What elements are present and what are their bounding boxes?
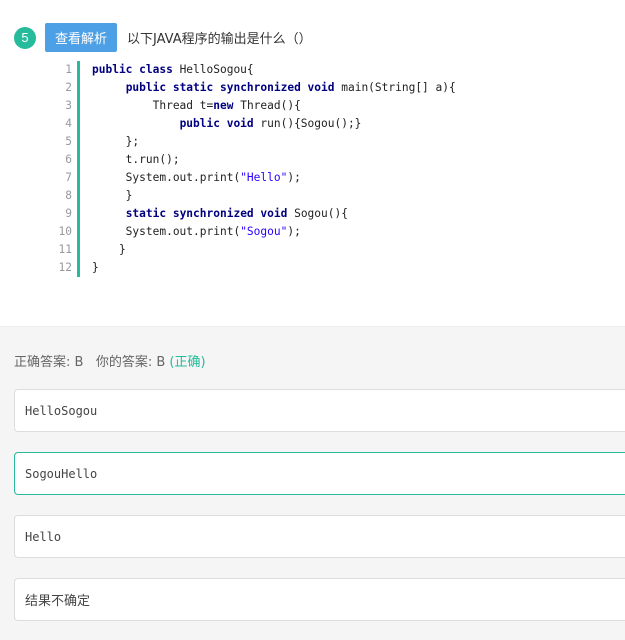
answer-option[interactable]: 结果不确定 [14,578,625,621]
code-token: HelloSogou{ [179,63,254,76]
line-number: 5 [65,135,72,148]
code-token: System.out.print( [92,171,241,184]
code-text: static synchronized void Sogou(){ [92,205,348,223]
line-number: 6 [65,153,72,166]
gutter-bar [77,133,80,151]
code-text: System.out.print("Hello"); [92,169,301,187]
answer-option[interactable]: HelloSogou [14,389,625,432]
code-keyword: public static synchronized void [125,81,342,94]
line-number: 7 [65,171,72,184]
code-token: System.out.print( [92,225,241,238]
code-line: 7 System.out.print("Hello"); [52,169,612,187]
line-number: 3 [65,99,72,112]
answer-option[interactable]: Hello [14,515,625,558]
line-number: 8 [65,189,72,202]
your-answer: 你的答案: B [95,355,166,370]
code-token: } [92,189,133,202]
code-token: } [92,261,99,274]
code-string: "Hello" [240,171,288,184]
gutter-bar [77,115,80,133]
gutter-bar [77,187,80,205]
code-line: 5 }; [52,133,612,151]
code-token: Thread t= [92,99,214,112]
gutter-bar [77,223,80,241]
code-string: "Sogou" [240,225,288,238]
line-number: 4 [65,117,72,130]
code-line: 2 public static synchronized void main(S… [52,79,612,97]
code-text: } [92,241,126,259]
code-token: Thread(){ [240,99,301,112]
answer-option[interactable]: SogouHello [14,452,625,495]
code-token: run(){Sogou();} [260,117,362,130]
code-line: 6 t.run(); [52,151,612,169]
code-keyword: public class [92,63,180,76]
line-number: 12 [58,261,72,274]
line-number: 2 [65,81,72,94]
code-text: public void run(){Sogou();} [92,115,362,133]
gutter-bar [77,97,80,115]
gutter-bar [77,151,80,169]
code-line: 12} [52,259,612,277]
line-number: 11 [58,243,72,256]
code-text: } [92,259,99,277]
correct-answer: 正确答案: B [14,355,84,370]
code-token: } [92,243,126,256]
code-line: 8 } [52,187,612,205]
code-text: public class HelloSogou{ [92,61,254,79]
answer-summary: 正确答案: B 你的答案: B (正确) [14,351,206,370]
code-block: 1 public class HelloSogou{2 public static… [52,61,612,277]
answer-result-badge: (正确) [169,355,206,370]
code-keyword: new [213,99,241,112]
code-token: ); [287,171,301,184]
question-title: 以下JAVA程序的输出是什么（） [127,32,312,47]
option-text: HelloSogou [25,403,98,418]
gutter-bar [77,61,80,79]
question-header: 5 查看解析 以下JAVA程序的输出是什么（） [14,23,312,52]
code-line: 1 public class HelloSogou{ [52,61,612,79]
gutter-bar [77,259,80,277]
gutter-bar [77,241,80,259]
code-line: 10 System.out.print("Sogou"); [52,223,612,241]
code-keyword: public void [179,117,261,130]
code-token: Sogou(){ [294,207,348,220]
option-text: SogouHello [25,466,98,481]
code-line: 3 Thread t=new Thread(){ [52,97,612,115]
gutter-bar [77,79,80,97]
code-text: t.run(); [92,151,180,169]
code-line: 4 public void run(){Sogou();} [52,115,612,133]
gutter-bar [77,169,80,187]
line-number: 9 [65,207,72,220]
code-token: t.run(); [92,153,180,166]
question-number-badge: 5 [14,26,36,49]
code-line: 9 static synchronized void Sogou(){ [52,205,612,223]
code-text: Thread t=new Thread(){ [92,97,301,115]
code-text: } [92,187,133,205]
line-number: 1 [65,63,72,76]
code-token: main(String[] a){ [341,81,456,94]
option-text: Hello [25,529,62,544]
view-analysis-button[interactable]: 查看解析 [45,23,118,52]
code-token: }; [92,135,140,148]
code-keyword: static synchronized void [125,207,295,220]
gutter-bar [77,205,80,223]
code-text: System.out.print("Sogou"); [92,223,301,241]
code-token: ); [287,225,301,238]
code-text: public static synchronized void main(Str… [92,79,456,97]
option-text: 结果不确定 [25,594,91,609]
code-line: 11 } [52,241,612,259]
line-number: 10 [58,225,72,238]
code-text: }; [92,133,139,151]
